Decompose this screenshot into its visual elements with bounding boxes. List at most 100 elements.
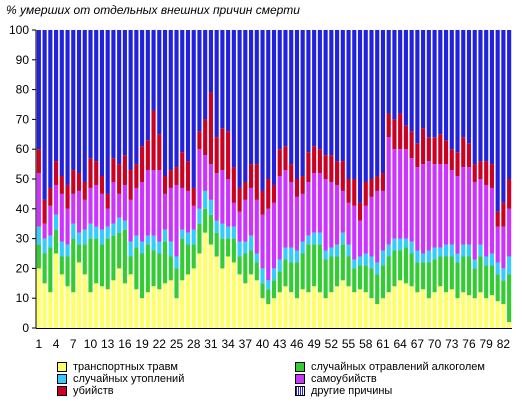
bar-segment-4-30 [203,155,208,191]
bar-segment-1-27 [185,274,191,328]
bar-segment-other-24 [168,30,173,171]
bar-segment-2-5 [59,256,64,275]
bar-segment-4-65 [403,149,408,239]
bar-segment-1-42 [271,298,277,328]
bar-segment-4-42 [271,202,277,269]
bar-segment-4-54 [340,190,345,233]
y-tick-label: 100 [9,23,29,37]
bar-segment-4-5 [59,193,64,242]
x-tick-label: 76 [462,337,476,351]
bar-segment-other-72 [443,30,449,141]
bar-segment-2-34 [226,238,231,257]
bar-segment-other-71 [438,30,443,135]
bar-segment-3-8 [76,232,82,245]
bar-segment-3-52 [329,247,334,257]
bar-segment-3-18 [134,235,139,248]
bar-segment-4-62 [386,137,391,245]
bar-segment-5-68 [421,128,426,165]
bar-segment-1-21 [151,286,156,328]
bar-segment-4-80 [489,187,494,254]
bar-segment-other-4 [54,30,59,162]
x-tick-label: 40 [256,337,270,351]
bar-segment-3-67 [415,250,420,263]
bar-segment-5-24 [168,170,173,188]
bar-segment-1-10 [88,292,93,328]
bar-segment-other-48 [306,30,311,153]
bar-segment-3-75 [461,244,466,257]
bar-segment-4-49 [312,173,317,233]
bar-segment-3-17 [128,241,133,257]
bar-segment-other-64 [398,30,403,114]
bar-segment-5-82 [501,202,506,227]
bar-segment-2-68 [421,262,426,290]
bar-segment-other-52 [329,30,334,156]
y-tick-label: 10 [16,291,30,305]
bar-segment-1-75 [461,292,466,328]
bar-segment-1-24 [168,280,173,328]
bar-segment-4-37 [243,199,248,242]
bar-segment-1-36 [237,274,242,328]
bar-segment-2-55 [346,256,351,287]
bar-segment-other-25 [174,30,179,168]
bar-segment-3-74 [455,253,460,263]
bar-segment-4-58 [363,205,368,254]
bar-segment-1-62 [386,292,391,328]
bar-segment-4-70 [432,164,437,248]
stacked-bar-chart: 01020304050607080901001 4 7 10 13 16 19 22 25 28 3… [9,23,512,351]
bar-segment-4-31 [208,164,213,200]
bar-segment-3-78 [478,244,483,257]
bar-segment-4-27 [185,190,191,233]
bar-segment-2-36 [237,256,242,275]
bar-segment-3-28 [191,229,196,245]
bar-segment-3-39 [254,253,259,263]
bar-segment-other-26 [180,30,185,153]
bar-segment-4-44 [283,170,288,248]
bar-segment-other-43 [277,30,282,150]
bar-segment-1-81 [495,301,500,328]
bar-segment-4-23 [162,193,168,230]
bar-segment-5-53 [335,161,340,185]
bar-segment-5-39 [254,164,259,200]
bar-segment-2-77 [472,268,477,299]
bar-segment-2-69 [426,262,431,299]
bar-segment-other-33 [220,30,225,129]
bar-segment-1-15 [117,268,122,328]
bar-segment-4-71 [438,164,443,248]
bar-segment-5-55 [346,179,351,203]
bar-segment-other-47 [300,30,305,177]
bar-segment-5-13 [105,193,110,209]
bar-segment-1-70 [432,292,437,328]
bar-segment-5-81 [495,211,500,227]
bar-segment-3-57 [357,256,363,266]
bar-segment-other-55 [346,30,351,179]
bar-segment-3-56 [352,259,357,269]
bar-segment-3-25 [174,256,179,269]
bar-segment-2-56 [352,268,357,293]
x-tick-label: 61 [376,337,390,351]
bar-segment-other-82 [501,30,506,203]
y-tick-label: 60 [16,142,30,156]
bar-segment-other-13 [105,30,110,194]
bar-segment-other-23 [162,30,168,177]
bar-segment-other-50 [317,30,322,150]
bar-segment-1-2 [42,283,47,328]
legend-item: другие причины [295,385,392,397]
bar-segment-3-79 [484,256,489,266]
bar-segment-3-32 [214,220,219,233]
bar-segment-2-50 [317,244,322,293]
bar-segment-2-23 [162,241,168,284]
bar-segment-1-78 [478,292,483,328]
bar-segment-other-83 [507,30,512,179]
bar-segment-1-67 [415,292,420,328]
bar-segment-4-77 [472,181,477,260]
bar-segment-4-21 [151,170,156,236]
legend-label: случайных утоплений [73,373,185,385]
bar-segment-3-62 [386,244,391,257]
x-tick-label: 58 [359,337,373,351]
bar-segment-3-51 [323,250,328,260]
x-tick-label: 64 [393,337,407,351]
bar-segment-5-43 [277,149,282,177]
bar-segment-2-1 [36,244,41,269]
bar-segment-5-12 [99,176,105,194]
bar-segment-1-80 [489,295,494,328]
